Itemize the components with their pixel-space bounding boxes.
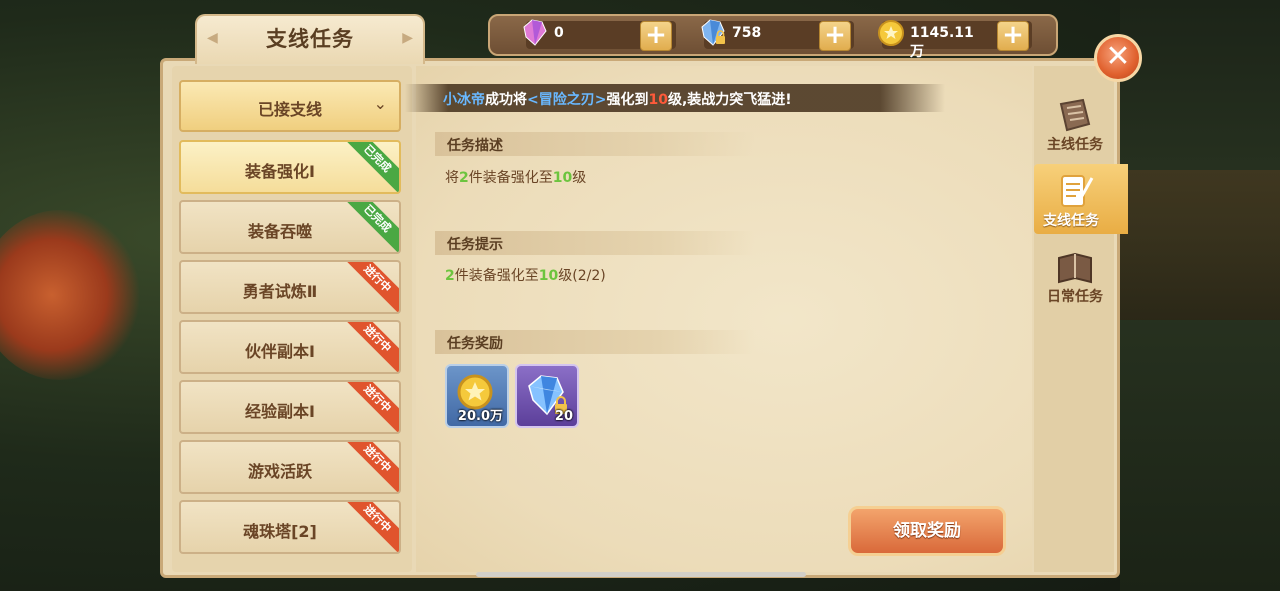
pink-diamond-icon bbox=[523, 19, 547, 46]
tab-main-quest-label: 主线任务 bbox=[1047, 137, 1103, 153]
add-pink-diamond-button[interactable]: + bbox=[640, 21, 672, 51]
quest-list-item[interactable]: 伙伴副本Ⅰ 进行中 bbox=[179, 320, 401, 374]
desc-pre: 将 bbox=[445, 170, 459, 186]
quest-label: 游戏活跃 bbox=[247, 462, 312, 481]
desc-post: 级 bbox=[572, 170, 587, 186]
close-button[interactable]: ✕ bbox=[1094, 34, 1142, 82]
hint-header: 任务提示 bbox=[435, 231, 755, 255]
tab-daily-quest[interactable]: 日常任务 bbox=[1038, 240, 1112, 310]
reward-gold-amount: 20.0万 bbox=[457, 409, 503, 424]
dropdown-label: 已接支线 bbox=[257, 100, 322, 119]
quest-list-item[interactable]: 装备吞噬 已完成 bbox=[179, 200, 401, 254]
quest-list-item[interactable]: 魂珠塔[2] 进行中 bbox=[179, 500, 401, 554]
tab-side-quest[interactable]: 支线任务 bbox=[1034, 164, 1128, 234]
background-flower bbox=[0, 210, 140, 380]
broadcast-level: 10 bbox=[648, 92, 668, 108]
window-title-tab: ◀ 支线任务 ▶ bbox=[195, 14, 425, 64]
chevron-down-icon: ⌄ bbox=[373, 94, 387, 113]
hint-title: 任务提示 bbox=[447, 237, 503, 253]
bound-diamond-icon bbox=[701, 19, 725, 46]
description-text: 将2件装备强化至10级 bbox=[445, 167, 586, 187]
quest-label: 伙伴副本Ⅰ bbox=[245, 342, 315, 361]
quest-label: 经验副本Ⅰ bbox=[245, 402, 315, 421]
quest-list-item[interactable]: 经验副本Ⅰ 进行中 bbox=[179, 380, 401, 434]
claim-reward-button[interactable]: 领取奖励 bbox=[848, 506, 1006, 556]
resource-bar: 0 + 758 + 1145.11万 + bbox=[488, 14, 1058, 60]
broadcast-player: 小冰帝 bbox=[443, 92, 485, 108]
reward-title: 任务奖励 bbox=[447, 336, 503, 352]
desc-mid: 件装备强化至 bbox=[468, 170, 553, 186]
hint-level: 10 bbox=[538, 268, 559, 284]
add-bound-diamond-button[interactable]: + bbox=[819, 21, 851, 51]
broadcast-text: 小冰帝成功将<冒险之刃>强化到10级,装战力突飞猛进! bbox=[443, 89, 792, 109]
quest-list-item[interactable]: 勇者试炼Ⅱ 进行中 bbox=[179, 260, 401, 314]
right-arrow-icon: ▶ bbox=[402, 30, 413, 46]
quest-list-item[interactable]: 游戏活跃 进行中 bbox=[179, 440, 401, 494]
daily-quest-icon bbox=[1058, 252, 1092, 284]
gold-coin-icon bbox=[878, 20, 904, 46]
broadcast-text-1: 成功将 bbox=[485, 92, 527, 108]
reward-diamond-amount: 20 bbox=[554, 409, 573, 424]
tab-daily-quest-label: 日常任务 bbox=[1047, 289, 1103, 305]
broadcast-text-3: 级,装战力突飞猛进! bbox=[667, 92, 792, 108]
left-arrow-icon: ◀ bbox=[207, 30, 218, 46]
system-broadcast: 小冰帝成功将<冒险之刃>强化到10级,装战力突飞猛进! bbox=[405, 84, 945, 112]
main-quest-icon bbox=[1059, 98, 1091, 132]
reward-header: 任务奖励 bbox=[435, 330, 755, 354]
description-title: 任务描述 bbox=[447, 138, 503, 154]
tab-main-quest[interactable]: 主线任务 bbox=[1038, 88, 1112, 158]
reward-gold-coin[interactable]: 20.0万 bbox=[445, 364, 509, 428]
description-header: 任务描述 bbox=[435, 132, 755, 156]
hint-mid: 件装备强化至 bbox=[454, 268, 539, 284]
hint-text: 2件装备强化至10级(2/2) bbox=[445, 265, 606, 285]
background-house bbox=[1120, 170, 1280, 320]
home-indicator bbox=[476, 572, 806, 577]
add-gold-button[interactable]: + bbox=[997, 21, 1029, 51]
desc-count: 2 bbox=[459, 170, 469, 186]
bound-diamond-count: 758 bbox=[732, 25, 762, 41]
quest-label: 魂珠塔[2] bbox=[243, 522, 317, 541]
quest-label: 装备强化Ⅰ bbox=[245, 162, 315, 181]
window-title: 支线任务 bbox=[266, 27, 354, 51]
accepted-quests-dropdown[interactable]: 已接支线 ⌄ bbox=[179, 80, 401, 132]
quest-list-item[interactable]: 装备强化Ⅰ 已完成 bbox=[179, 140, 401, 194]
hint-post: 级(2/2) bbox=[558, 268, 606, 284]
side-quest-icon bbox=[1061, 175, 1094, 207]
quest-label: 装备吞噬 bbox=[247, 222, 312, 241]
tab-side-quest-label: 支线任务 bbox=[1043, 213, 1099, 229]
reward-bound-diamond[interactable]: 20 bbox=[515, 364, 579, 428]
desc-level: 10 bbox=[552, 170, 573, 186]
close-icon: ✕ bbox=[1105, 39, 1131, 74]
gold-count: 1145.11万 bbox=[910, 25, 974, 60]
broadcast-item: <冒险之刃> bbox=[527, 92, 607, 108]
quest-label: 勇者试炼Ⅱ bbox=[242, 282, 318, 301]
hint-count: 2 bbox=[445, 268, 455, 284]
pink-diamond-count: 0 bbox=[554, 25, 564, 41]
broadcast-text-2: 强化到 bbox=[606, 92, 649, 108]
